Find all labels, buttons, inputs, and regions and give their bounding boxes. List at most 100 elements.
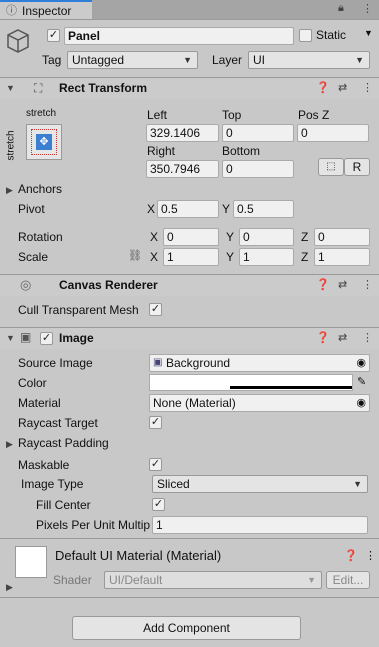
menu-icon[interactable]: ⋮ [362,81,373,94]
tag-dropdown[interactable]: Untagged ▼ [67,51,198,69]
object-picker-icon[interactable]: ◉ [356,355,366,371]
add-component-button[interactable]: Add Component [72,616,301,640]
anchor-v-label: stretch [5,130,17,161]
scale-z-label: Z [301,250,309,264]
scale-z-input[interactable]: 1 [314,248,370,266]
preset-icon[interactable]: ⇄ [338,81,347,94]
source-image-label: Source Image [18,356,93,370]
help-icon[interactable]: ❓ [344,549,358,562]
image-enabled-checkbox[interactable]: ✓ [40,332,53,345]
fill-center-checkbox[interactable]: ✓ [152,498,165,511]
right-input[interactable]: 350.7946 [146,160,219,178]
tag-value: Untagged [72,53,125,67]
rotation-y-input[interactable]: 0 [239,228,294,246]
rect-transform-header[interactable]: ▼ ⛶ Rect Transform ❓ ⇄ ⋮ [0,77,379,99]
material-field[interactable]: None (Material) ◉ [149,394,370,412]
static-checkbox[interactable] [299,29,312,42]
layer-label: Layer [212,53,243,67]
active-checkbox[interactable]: ✓ [47,29,60,42]
color-field[interactable] [149,374,353,391]
chevron-down-icon: ▼ [307,575,316,585]
preset-icon[interactable]: ⇄ [338,278,347,291]
source-image-value: Background [166,356,231,370]
object-picker-icon[interactable]: ◉ [356,395,366,411]
left-input[interactable]: 329.1406 [146,124,219,142]
anchor-h-label: stretch [26,108,57,119]
pivot-y-input[interactable]: 0.5 [233,200,294,218]
image-type-dropdown[interactable]: Sliced ▼ [152,475,368,493]
fold-arrow-icon[interactable]: ▼ [6,333,15,343]
source-image-field[interactable]: ▣ Background ◉ [149,354,370,372]
stretch-arrows-icon: ✥ [36,134,52,150]
shader-edit-button[interactable]: Edit... [326,571,370,589]
maskable-label: Maskable [18,458,70,472]
menu-icon[interactable]: ⋮ [365,549,376,562]
fold-arrow-icon[interactable]: ▶ [6,439,13,450]
shader-label: Shader [53,573,92,587]
posz-input[interactable]: 0 [297,124,369,142]
material-value: None (Material) [153,396,236,410]
raycast-target-label: Raycast Target [18,416,98,430]
preset-icon[interactable]: ⇄ [338,331,347,344]
posz-label: Pos Z [298,108,330,122]
section-title: Canvas Renderer [59,278,158,292]
rot-y-label: Y [226,230,235,244]
scale-y-label: Y [226,250,235,264]
object-name-input[interactable]: Panel [64,27,294,45]
static-label: Static [316,28,347,42]
raycast-target-checkbox[interactable]: ✓ [149,416,162,429]
scale-y-input[interactable]: 1 [239,248,294,266]
rect-transform-icon: ⛶ [34,81,43,95]
lock-icon[interactable]: 🔒︎ [338,2,344,15]
menu-icon[interactable]: ⋮ [362,278,373,291]
raw-edit-button[interactable]: R [344,158,370,176]
anchor-presets-button[interactable]: ✥ [26,124,62,160]
shader-value: UI/Default [109,573,163,587]
maskable-checkbox[interactable]: ✓ [149,458,162,471]
canvas-renderer-header[interactable]: ◎ Canvas Renderer ❓ ⇄ ⋮ [0,274,379,296]
image-type-label: Image Type [21,477,84,491]
shader-dropdown[interactable]: UI/Default ▼ [104,571,322,589]
fold-arrow-icon[interactable]: ▼ [6,83,15,93]
static-dropdown-arrow[interactable]: ▼ [364,28,373,38]
sprite-icon: ▣ [153,357,163,368]
rotation-label: Rotation [18,230,63,244]
tab-label: Inspector [22,4,72,18]
cull-checkbox[interactable]: ✓ [149,303,162,316]
image-type-value: Sliced [157,477,190,491]
layer-value: UI [253,53,265,67]
help-icon[interactable]: ❓ [316,81,330,94]
cull-label: Cull Transparent Mesh [18,303,139,317]
link-icon[interactable]: ⛓ [128,249,142,262]
image-component-icon: ▣ [20,330,32,344]
raycast-padding-label[interactable]: Raycast Padding [18,436,109,450]
help-icon[interactable]: ❓ [316,278,330,291]
eyedropper-icon[interactable]: ✎ [357,375,366,388]
ppu-input[interactable]: 1 [152,516,368,534]
chevron-down-icon: ▼ [183,55,192,65]
rotation-x-input[interactable]: 0 [163,228,219,246]
tab-inspector[interactable]: ⓘ Inspector [0,0,92,19]
scale-x-input[interactable]: 1 [163,248,219,266]
divider [0,538,379,539]
section-title: Image [59,331,94,345]
top-input[interactable]: 0 [222,124,294,142]
menu-icon[interactable]: ⋮ [362,331,373,344]
anchors-label[interactable]: Anchors [18,182,62,196]
help-icon[interactable]: ❓ [316,331,330,344]
layer-dropdown[interactable]: UI ▼ [248,51,370,69]
chevron-down-icon: ▼ [353,479,362,489]
alpha-bar [230,386,352,389]
bottom-input[interactable]: 0 [222,160,294,178]
blueprint-mode-button[interactable]: ⬚ [318,158,344,176]
chevron-down-icon: ▼ [355,55,364,65]
fold-arrow-icon[interactable]: ▶ [6,185,13,196]
menu-icon[interactable]: ⋮ [362,2,373,15]
image-header[interactable]: ▼ ▣ ✓ Image ❓ ⇄ ⋮ [0,327,379,349]
pivot-x-input[interactable]: 0.5 [157,200,219,218]
info-icon: ⓘ [6,5,17,17]
color-label: Color [18,376,47,390]
rotation-z-input[interactable]: 0 [314,228,370,246]
right-label: Right [147,144,176,158]
fold-arrow-icon[interactable]: ▶ [6,582,13,593]
